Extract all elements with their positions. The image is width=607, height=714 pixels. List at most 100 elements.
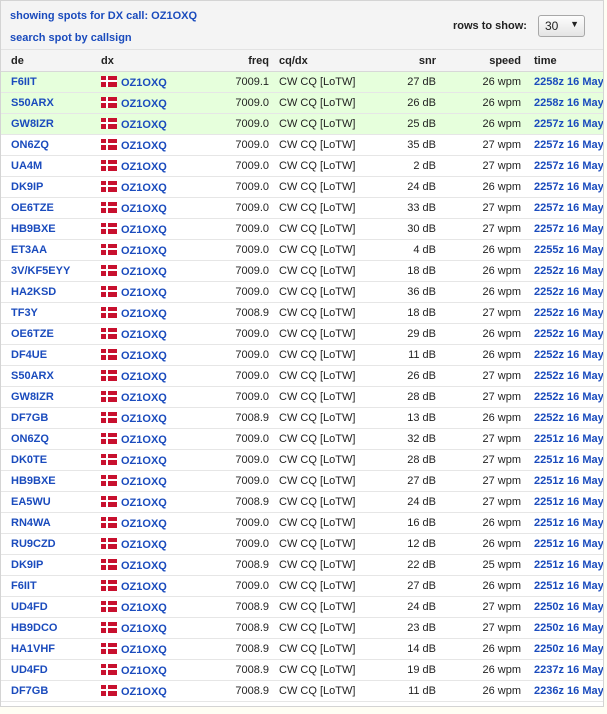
dx-callsign-cell: OZ1OXQ [101, 386, 211, 408]
mode-cell: CW CQ [LoTW] [269, 470, 366, 492]
snr-cell: 25 dB [366, 113, 436, 135]
spotter-callsign-link[interactable]: HA1VHF [11, 643, 55, 655]
table-row: DF7GB OZ1OXQ 7008.9 CW CQ [LoTW] 13 dB 26 wpm… [1, 407, 603, 429]
time-cell: 2258z 16 May [521, 92, 603, 114]
spotter-callsign-link[interactable]: DF4UE [11, 349, 47, 361]
spotter-callsign-link[interactable]: F6IIT [11, 580, 37, 592]
dx-callsign-link[interactable]: OZ1OXQ [121, 266, 167, 278]
time-link[interactable]: 2257z 16 May [534, 160, 603, 172]
dx-callsign-link[interactable]: OZ1OXQ [121, 455, 167, 467]
dx-callsign-link[interactable]: OZ1OXQ [121, 308, 167, 320]
time-link[interactable]: 2251z 16 May [534, 538, 603, 550]
dx-callsign-link[interactable]: OZ1OXQ [121, 350, 167, 362]
spotter-callsign-link[interactable]: EA5WU [11, 496, 51, 508]
time-link[interactable]: 2252z 16 May [534, 265, 603, 277]
spotter-callsign-link[interactable]: OE6TZE [11, 202, 54, 214]
spotter-callsign-link[interactable]: GW8IZR [11, 118, 54, 130]
time-link[interactable]: 2252z 16 May [534, 328, 603, 340]
spotter-callsign-link[interactable]: UA4M [11, 160, 42, 172]
time-link[interactable]: 2250z 16 May [534, 622, 603, 634]
time-link[interactable]: 2252z 16 May [534, 391, 603, 403]
dx-callsign-link[interactable]: OZ1OXQ [121, 98, 167, 110]
dx-callsign-link[interactable]: OZ1OXQ [121, 665, 167, 677]
dx-callsign-link[interactable]: OZ1OXQ [121, 287, 167, 299]
spotter-callsign-link[interactable]: 3V/KF5EYY [11, 265, 70, 277]
table-row: DF7GB OZ1OXQ 7008.9 CW CQ [LoTW] 11 dB 26 wpm… [1, 680, 603, 702]
spotter-callsign-link[interactable]: TF3Y [11, 307, 38, 319]
time-link[interactable]: 2258z 16 May [534, 97, 603, 109]
dx-callsign-link[interactable]: OZ1OXQ [121, 119, 167, 131]
dx-callsign-link[interactable]: OZ1OXQ [121, 161, 167, 173]
spotter-callsign-link[interactable]: ET3AA [11, 244, 47, 256]
dx-callsign-link[interactable]: OZ1OXQ [121, 203, 167, 215]
spotter-callsign-link[interactable]: DK0TE [11, 454, 47, 466]
time-link[interactable]: 2257z 16 May [534, 139, 603, 151]
spotter-callsign-link[interactable]: RN4WA [11, 517, 51, 529]
denmark-flag-icon [101, 474, 117, 486]
time-link[interactable]: 2257z 16 May [534, 181, 603, 193]
dx-callsign-link[interactable]: OZ1OXQ [121, 686, 167, 698]
dx-callsign-link[interactable]: OZ1OXQ [121, 77, 167, 89]
time-link[interactable]: 2251z 16 May [534, 559, 603, 571]
spotter-callsign-link[interactable]: F6IIT [11, 76, 37, 88]
spotter-callsign-link[interactable]: HB9DCO [11, 622, 57, 634]
dx-callsign-link[interactable]: OZ1OXQ [121, 602, 167, 614]
spotter-callsign-link[interactable]: ON6ZQ [11, 433, 49, 445]
time-link[interactable]: 2236z 16 May [534, 685, 603, 697]
spotter-callsign-link[interactable]: S50ARX [11, 370, 54, 382]
time-link[interactable]: 2251z 16 May [534, 517, 603, 529]
time-link[interactable]: 2250z 16 May [534, 643, 603, 655]
time-link[interactable]: 2255z 16 May [534, 244, 603, 256]
dx-callsign-link[interactable]: OZ1OXQ [121, 623, 167, 635]
time-link[interactable]: 2250z 16 May [534, 601, 603, 613]
dx-callsign-link[interactable]: OZ1OXQ [121, 413, 167, 425]
dx-callsign-link[interactable]: OZ1OXQ [121, 518, 167, 530]
denmark-flag-icon [101, 369, 117, 381]
dx-callsign-link[interactable]: OZ1OXQ [121, 392, 167, 404]
spotter-callsign-link[interactable]: DK9IP [11, 181, 43, 193]
dx-callsign-link[interactable]: OZ1OXQ [121, 329, 167, 341]
dx-callsign-link[interactable]: OZ1OXQ [121, 581, 167, 593]
spotter-callsign-link[interactable]: HA2KSD [11, 286, 56, 298]
spotter-callsign-link[interactable]: S50ARX [11, 97, 54, 109]
dx-callsign-link[interactable]: OZ1OXQ [121, 560, 167, 572]
time-link[interactable]: 2252z 16 May [534, 349, 603, 361]
time-link[interactable]: 2257z 16 May [534, 223, 603, 235]
spotter-callsign-link[interactable]: HB9BXE [11, 475, 56, 487]
dx-callsign-link[interactable]: OZ1OXQ [121, 476, 167, 488]
spotter-callsign-link[interactable]: ON6ZQ [11, 139, 49, 151]
spotter-callsign-link[interactable]: GW8IZR [11, 391, 54, 403]
dx-callsign-link[interactable]: OZ1OXQ [121, 539, 167, 551]
time-link[interactable]: 2251z 16 May [534, 496, 603, 508]
spotter-callsign-link[interactable]: HB9BXE [11, 223, 56, 235]
time-link[interactable]: 2251z 16 May [534, 475, 603, 487]
dx-callsign-link[interactable]: OZ1OXQ [121, 497, 167, 509]
time-link[interactable]: 2257z 16 May [534, 118, 603, 130]
time-link[interactable]: 2252z 16 May [534, 370, 603, 382]
spotter-callsign-link[interactable]: DK9IP [11, 559, 43, 571]
dx-callsign-link[interactable]: OZ1OXQ [121, 371, 167, 383]
time-link[interactable]: 2252z 16 May [534, 286, 603, 298]
spotter-callsign-link[interactable]: RU9CZD [11, 538, 56, 550]
time-link[interactable]: 2251z 16 May [534, 433, 603, 445]
time-link[interactable]: 2251z 16 May [534, 580, 603, 592]
dx-callsign-link[interactable]: OZ1OXQ [121, 182, 167, 194]
dx-callsign-link[interactable]: OZ1OXQ [121, 644, 167, 656]
spotter-callsign-link[interactable]: OE6TZE [11, 328, 54, 340]
time-link[interactable]: 2252z 16 May [534, 412, 603, 424]
dx-callsign-link[interactable]: OZ1OXQ [121, 245, 167, 257]
spotter-callsign-link[interactable]: UD4FD [11, 601, 48, 613]
dx-callsign-link[interactable]: OZ1OXQ [121, 434, 167, 446]
spotter-callsign-link[interactable]: DF7GB [11, 412, 48, 424]
rows-to-show-select[interactable]: 30 ▼ [538, 15, 585, 37]
dx-callsign-link[interactable]: OZ1OXQ [121, 224, 167, 236]
time-link[interactable]: 2252z 16 May [534, 307, 603, 319]
dx-callsign-link[interactable]: OZ1OXQ [121, 140, 167, 152]
time-link[interactable]: 2257z 16 May [534, 202, 603, 214]
spotter-callsign-link[interactable]: DF7GB [11, 685, 48, 697]
time-link[interactable]: 2258z 16 May [534, 76, 603, 88]
search-spot-link[interactable]: search spot by callsign [10, 32, 132, 44]
time-link[interactable]: 2237z 16 May [534, 664, 603, 676]
time-link[interactable]: 2251z 16 May [534, 454, 603, 466]
spotter-callsign-link[interactable]: UD4FD [11, 664, 48, 676]
